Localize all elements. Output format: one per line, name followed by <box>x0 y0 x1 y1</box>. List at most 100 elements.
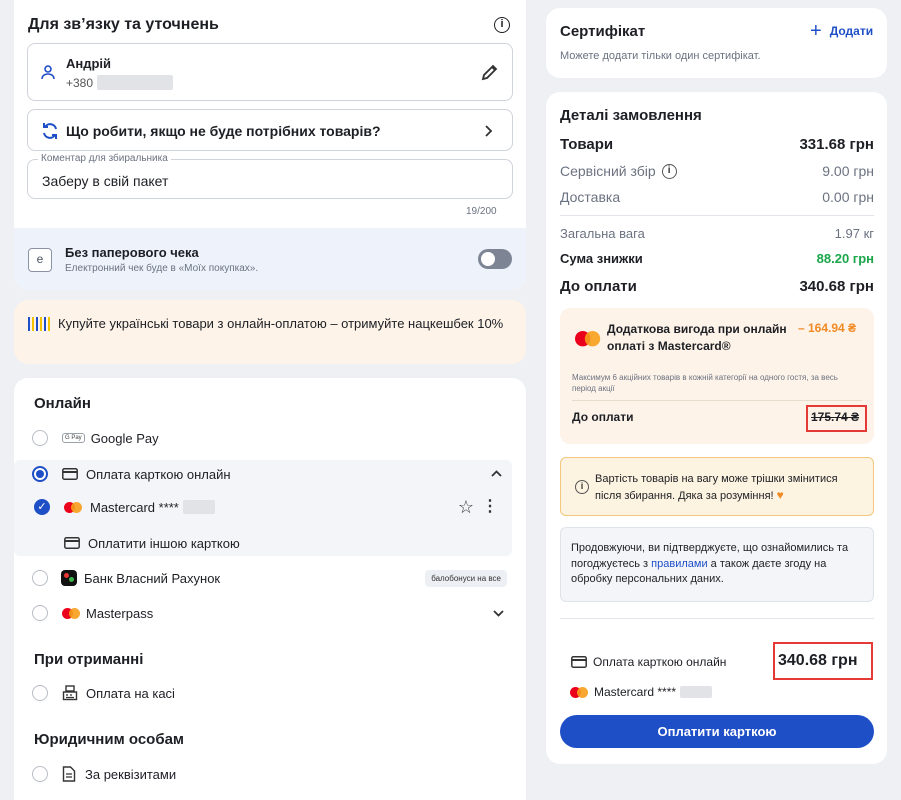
mastercard-label: Mastercard **** <box>90 499 179 515</box>
offer-divider <box>572 400 862 401</box>
summary-method-label: Оплата карткою онлайн <box>593 655 727 669</box>
payment-option-requisites[interactable]: За реквізитами <box>32 765 176 783</box>
comment-field[interactable]: Коментар для збиральника Заберу в свій п… <box>27 153 513 199</box>
add-certificate-button[interactable]: + Додати <box>810 20 874 42</box>
star-icon[interactable]: ☆ <box>458 498 474 516</box>
cash-register-icon <box>62 685 78 701</box>
more-options-icon[interactable]: ⋮ <box>482 499 498 515</box>
goods-row: Товари 331.68 грн <box>560 136 874 153</box>
heart-icon: ♥ <box>776 488 784 502</box>
service-fee-value: 9.00 грн <box>822 163 874 179</box>
contact-card: Для зв’язку та уточнень i Андрій +380 Що… <box>14 0 526 290</box>
receipt-subtitle: Електронний чек буде в «Моїх покупках». <box>65 263 259 274</box>
bank-bonus-badge: балобонуси на все <box>425 569 507 587</box>
contact-name: Андрій <box>66 56 112 71</box>
radio-masterpass[interactable] <box>32 605 48 621</box>
plus-icon: + <box>810 20 822 42</box>
delivery-label: Доставка <box>560 189 621 205</box>
summary-card: Mastercard **** <box>570 685 713 699</box>
total-row: До оплати 340.68 грн <box>560 278 874 295</box>
goods-value: 331.68 грн <box>799 136 874 153</box>
total-value: 340.68 грн <box>799 278 874 295</box>
google-pay-icon: G Pay <box>62 433 85 443</box>
chevron-up-icon[interactable] <box>491 470 502 478</box>
credit-card-icon <box>62 468 78 480</box>
mastercard-icon <box>64 501 82 513</box>
pay-by-card-button[interactable]: Оплатити карткою <box>560 715 874 748</box>
check-selected-icon: ✓ <box>34 499 50 515</box>
divider <box>560 215 874 216</box>
payment-option-checkout[interactable]: Оплата на касі <box>32 684 175 702</box>
payment-option-bank[interactable]: Банк Власний Рахунок балобонуси на все <box>32 568 507 588</box>
terms-link[interactable]: правилами <box>651 558 707 570</box>
mastercard-icon <box>62 607 80 619</box>
payment-option-masterpass[interactable]: Masterpass <box>32 604 504 622</box>
delivery-value: 0.00 грн <box>822 189 874 205</box>
card-online-expanded: Оплата карткою онлайн ✓ Mastercard **** … <box>14 460 512 556</box>
paperless-receipt-strip: e Без паперового чека Електронний чек бу… <box>14 224 526 290</box>
saved-card-mastercard[interactable]: ✓ Mastercard **** ☆ ⋮ <box>34 498 498 516</box>
paperless-toggle[interactable] <box>478 249 512 269</box>
highlight-box <box>773 642 873 680</box>
weight-row: Загальна вага 1.97 кг <box>560 226 874 241</box>
no-items-option[interactable]: Що робити, якщо не буде потрібних товарі… <box>27 109 513 151</box>
contact-person-field[interactable]: Андрій +380 <box>27 43 513 101</box>
edit-pencil-icon[interactable] <box>480 62 500 82</box>
discount-label: Сума знижки <box>560 251 643 266</box>
comment-value: Заберу в свій пакет <box>42 173 169 189</box>
no-items-label: Що робити, якщо не буде потрібних товарі… <box>66 123 381 139</box>
receipt-title: Без паперового чека <box>65 245 199 260</box>
offer-note: Максимум 6 акційних товарів в кожній кат… <box>572 373 838 393</box>
radio-requisites[interactable] <box>32 766 48 782</box>
user-icon <box>41 65 55 80</box>
contact-phone-prefix: +380 <box>66 75 94 90</box>
weight-notice: i Вартість товарів на вагу може трішки з… <box>560 457 874 516</box>
ua-flag-icon <box>28 317 50 331</box>
card-online-label: Оплата карткою онлайн <box>86 466 231 482</box>
info-icon[interactable]: i <box>494 17 510 33</box>
radio-bank[interactable] <box>32 570 48 586</box>
legal-section-title: Юридичним особам <box>34 731 185 748</box>
credit-card-icon <box>64 537 80 549</box>
notice-text-content: Вартість товарів на вагу може трішки змі… <box>595 473 838 502</box>
certificate-title: Сертифікат <box>560 23 646 40</box>
comment-label: Коментар для збиральника <box>38 153 171 164</box>
contact-title: Для зв’язку та уточнень <box>28 16 219 33</box>
certificate-subtitle: Можете додати тільки один сертифікат. <box>560 50 761 62</box>
offer-title: Додаткова вигода при онлайн оплаті з Mas… <box>607 322 787 353</box>
card-number-mask <box>680 686 713 698</box>
summary-card-label: Mastercard **** <box>594 685 677 699</box>
payment-methods-card: Онлайн G Pay Google Pay Оплата карткою о… <box>14 378 526 800</box>
notice-text: Вартість товарів на вагу може трішки змі… <box>595 471 863 504</box>
requisites-label: За реквізитами <box>85 766 177 782</box>
certificate-card: Сертифікат + Додати Можете додати тільки… <box>546 8 887 78</box>
card-number-mask <box>182 500 215 514</box>
cashback-promo: Купуйте українські товари з онлайн-оплат… <box>14 300 526 364</box>
discount-row: Сума знижки 88.20 грн <box>560 251 874 266</box>
document-icon <box>62 766 76 782</box>
pay-other-card-option[interactable]: Оплатити іншою карткою <box>64 534 240 552</box>
radio-google-pay[interactable] <box>32 430 48 446</box>
radio-checkout[interactable] <box>32 685 48 701</box>
on-receipt-section-title: При отриманні <box>34 651 144 668</box>
checkout-label: Оплата на касі <box>86 685 175 701</box>
add-certificate-label: Додати <box>829 24 874 38</box>
comment-counter: 19/200 <box>466 206 497 217</box>
promo-text: Купуйте українські товари з онлайн-оплат… <box>58 316 504 331</box>
weight-label: Загальна вага <box>560 226 645 241</box>
consent-box: Продовжуючи, ви підтверджуєте, що ознайо… <box>560 527 874 602</box>
goods-label: Товари <box>560 136 614 153</box>
chevron-down-icon[interactable] <box>493 609 504 617</box>
payment-option-google-pay[interactable]: G Pay Google Pay <box>32 429 512 447</box>
radio-card-online[interactable] <box>32 466 48 482</box>
chevron-right-icon <box>485 125 493 137</box>
mastercard-icon <box>575 331 601 347</box>
payment-option-card-online[interactable]: Оплата карткою онлайн <box>32 465 502 483</box>
service-info-icon[interactable]: i <box>661 163 677 179</box>
service-fee-label: Сервісний збір <box>560 163 656 179</box>
delivery-row: Доставка 0.00 грн <box>560 189 874 205</box>
discount-value: 88.20 грн <box>816 251 874 266</box>
offer-amount: – 164.94 ₴ <box>798 321 857 335</box>
mastercard-icon <box>570 686 588 698</box>
bank-logo-icon <box>61 570 77 586</box>
